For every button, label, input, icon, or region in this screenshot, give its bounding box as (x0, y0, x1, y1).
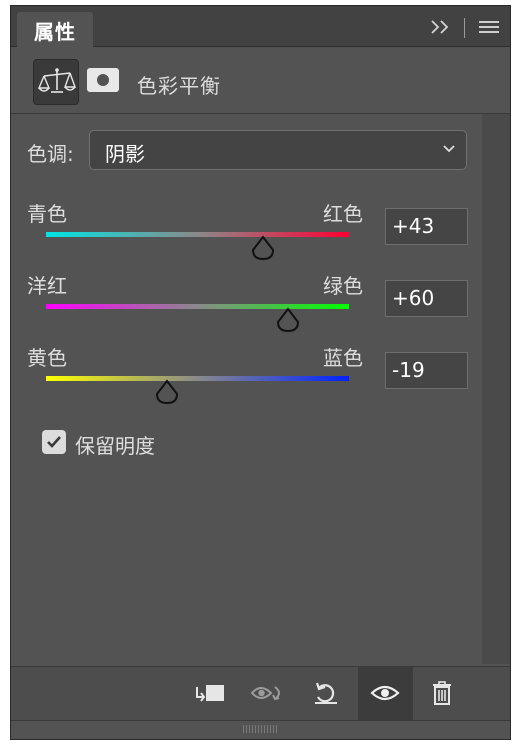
adjustment-title: 色彩平衡 (137, 74, 221, 98)
slider-red-label: 红色 (323, 202, 363, 226)
slider-magenta-label: 洋红 (27, 274, 67, 298)
magenta-green-slider-track[interactable] (46, 304, 349, 309)
reset-icon[interactable] (311, 679, 343, 707)
panel-header: 色彩平衡 (11, 48, 510, 114)
magenta-green-value-input[interactable]: +60 (385, 280, 468, 317)
tab-properties[interactable]: 属性 (17, 12, 93, 48)
preserve-luminosity-label[interactable]: 保留明度 (75, 430, 155, 459)
cyan-red-value-input[interactable]: +43 (385, 208, 468, 245)
magenta-green-slider-thumb[interactable] (275, 307, 301, 333)
layer-mask-icon[interactable] (87, 68, 119, 92)
yellow-blue-slider-track[interactable] (46, 376, 349, 381)
balance-scale-icon[interactable] (33, 59, 79, 105)
preserve-luminosity-checkbox[interactable] (42, 430, 66, 454)
eye-icon[interactable] (369, 679, 401, 707)
clip-to-layer-icon[interactable] (192, 679, 224, 707)
resize-grip[interactable] (11, 720, 510, 739)
slider-yellow-label: 黄色 (27, 346, 67, 370)
cyan-red-slider-thumb[interactable] (250, 235, 276, 261)
trash-icon[interactable] (428, 679, 460, 707)
chevron-down-icon (443, 145, 455, 153)
slider-cyan-label: 青色 (27, 202, 67, 226)
cyan-red-slider-track[interactable] (46, 232, 349, 237)
yellow-blue-slider-thumb[interactable] (154, 379, 180, 405)
tone-select[interactable]: 阴影 (89, 130, 467, 170)
panel-tab-bar: 属性 (11, 6, 510, 48)
slider-blue-label: 蓝色 (323, 346, 363, 370)
checkmark-icon (47, 436, 61, 448)
double-chevron-right-icon[interactable] (428, 17, 452, 37)
tone-select-value: 阴影 (105, 142, 145, 166)
hamburger-menu-icon[interactable] (479, 21, 499, 35)
properties-panel: 属性 色彩平衡 色调: 阴影 青色 红色 +43 洋红 绿色 +60 黄色 蓝色… (10, 5, 511, 740)
scrollbar-track[interactable] (482, 114, 510, 664)
panel-footer (11, 666, 510, 721)
tone-label: 色调: (27, 142, 74, 166)
slider-green-label: 绿色 (323, 274, 363, 298)
yellow-blue-value-input[interactable]: -19 (385, 352, 468, 389)
tab-separator (464, 18, 465, 38)
view-previous-state-icon[interactable] (249, 679, 281, 707)
